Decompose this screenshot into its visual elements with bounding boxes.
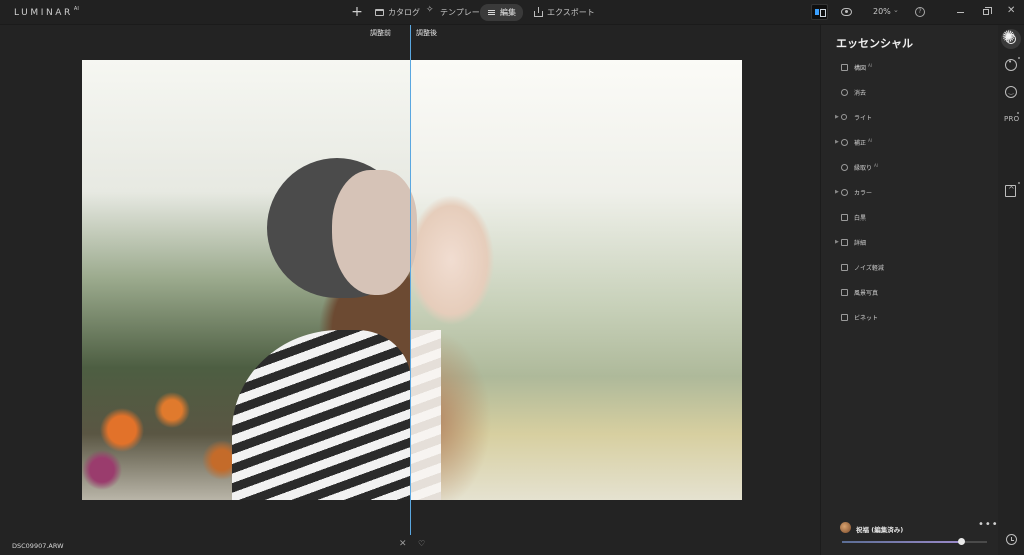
- ai-dot: [1018, 57, 1020, 59]
- crop-icon: [841, 63, 848, 71]
- file-name: DSC09907.ARW: [12, 542, 64, 550]
- tool-vignette[interactable]: ビネット: [821, 309, 999, 325]
- expand-arrow-icon[interactable]: ▶: [835, 114, 839, 120]
- export-icon: [534, 6, 543, 17]
- tool-label: ノイズ軽減: [854, 264, 884, 272]
- preset-name: 祝福 (編集済み): [856, 526, 904, 534]
- canvas-category-icon[interactable]: [1005, 185, 1016, 197]
- slider-fill: [842, 541, 961, 543]
- ai-dot: [1017, 112, 1019, 114]
- tool-label: 補正 AI: [854, 137, 872, 147]
- tool-structure[interactable]: 縁取り AI: [821, 159, 999, 175]
- striped-shirt-after: [411, 330, 441, 500]
- app-logo: LUMINARAI: [14, 6, 79, 18]
- eraser-icon: [841, 88, 848, 96]
- slider-knob[interactable]: [958, 538, 965, 545]
- striped-shirt: [232, 330, 411, 500]
- enhance-icon: [841, 138, 848, 146]
- essentials-category-button[interactable]: [1001, 28, 1021, 49]
- preset-amount-slider[interactable]: [842, 538, 987, 545]
- favorite-icon[interactable]: ♡: [418, 539, 425, 548]
- vignette-icon: [841, 313, 848, 321]
- light-icon: [841, 114, 847, 120]
- tab-catalog-label: カタログ: [388, 8, 420, 17]
- history-icon[interactable]: [1006, 534, 1017, 545]
- tool-label: 風景写真: [854, 289, 879, 297]
- zoom-level[interactable]: 20%: [873, 7, 891, 16]
- tool-label: 詳細: [854, 239, 867, 247]
- pro-category-button[interactable]: PRO: [1004, 115, 1020, 123]
- bw-icon: [841, 213, 848, 221]
- tool-denoise[interactable]: ノイズ軽減: [821, 259, 999, 275]
- tools-panel: エッセンシャル 構図 AI 消去 ▶ ライト ▶ 補正 AI 縁取り AI ▶ カラー…: [820, 25, 998, 555]
- tool-label: 縁取り AI: [854, 162, 878, 172]
- eye-icon[interactable]: [841, 8, 852, 16]
- landscape-icon: [841, 288, 848, 296]
- expand-arrow-icon[interactable]: ▶: [835, 239, 839, 245]
- applied-preset[interactable]: 祝福 (編集済み) •••: [840, 519, 1000, 534]
- expand-arrow-icon[interactable]: ▶: [835, 139, 839, 145]
- tool-label: 消去: [854, 89, 867, 97]
- tool-label: 白黒: [854, 214, 867, 222]
- preset-thumbnail: [840, 522, 851, 533]
- tool-label: ライト: [854, 114, 873, 122]
- sun-icon: [1002, 28, 1016, 46]
- tool-composition[interactable]: 構図 AI: [821, 59, 999, 75]
- face-shape: [332, 170, 417, 295]
- portrait-category-button[interactable]: ‿: [1001, 82, 1021, 102]
- tool-label: カラー: [854, 189, 873, 197]
- folder-icon: [375, 9, 384, 16]
- tool-enhance[interactable]: ▶ 補正 AI: [821, 134, 999, 150]
- sliders-icon: [487, 8, 496, 17]
- tool-category-rail: ‿ PRO: [998, 25, 1024, 555]
- tool-landscape[interactable]: 風景写真: [821, 284, 999, 300]
- tool-label: ビネット: [854, 314, 879, 322]
- ai-dot: [1018, 182, 1020, 184]
- tab-edit-label: 編集: [500, 8, 516, 17]
- close-window-button[interactable]: ✕: [1007, 5, 1015, 16]
- tool-black-white[interactable]: 白黒: [821, 209, 999, 225]
- restore-window-button[interactable]: [983, 7, 992, 15]
- compare-split-handle[interactable]: [410, 25, 411, 535]
- more-options-icon[interactable]: •••: [978, 519, 999, 530]
- top-bar: LUMINARAI + カタログ テンプレート 編集 エクスポート 20% ⌄ …: [0, 0, 1024, 25]
- tab-catalog[interactable]: カタログ: [368, 4, 427, 21]
- expand-arrow-icon[interactable]: ▶: [835, 189, 839, 195]
- denoise-icon: [841, 263, 848, 271]
- tab-export-label: エクスポート: [547, 8, 595, 17]
- panel-title: エッセンシャル: [836, 37, 913, 50]
- help-icon[interactable]: ?: [915, 7, 925, 17]
- photo-preview[interactable]: [82, 60, 742, 500]
- after-label: 調整後: [416, 29, 437, 37]
- tool-details[interactable]: ▶ 詳細: [821, 234, 999, 250]
- before-after-compare-button[interactable]: [811, 4, 828, 20]
- tab-export[interactable]: エクスポート: [527, 4, 602, 21]
- reject-icon[interactable]: ✕: [399, 539, 407, 549]
- chevron-down-icon[interactable]: ⌄: [893, 6, 899, 14]
- add-photos-button[interactable]: +: [350, 4, 364, 20]
- tool-light[interactable]: ▶ ライト: [821, 109, 999, 125]
- sparkle-icon: [426, 5, 436, 17]
- tool-erase[interactable]: 消去: [821, 84, 999, 100]
- tool-color[interactable]: ▶ カラー: [821, 184, 999, 200]
- photo-after-half: [411, 60, 742, 500]
- color-icon: [841, 188, 848, 196]
- details-icon: [841, 238, 848, 246]
- minimize-window-button[interactable]: [957, 12, 964, 13]
- structure-icon: [841, 163, 848, 171]
- tool-label: 構図 AI: [854, 62, 872, 72]
- before-label: 調整前: [370, 29, 391, 37]
- palette-icon: [1005, 58, 1017, 71]
- smile-icon: ‿: [1005, 86, 1017, 98]
- tab-edit[interactable]: 編集: [480, 4, 523, 21]
